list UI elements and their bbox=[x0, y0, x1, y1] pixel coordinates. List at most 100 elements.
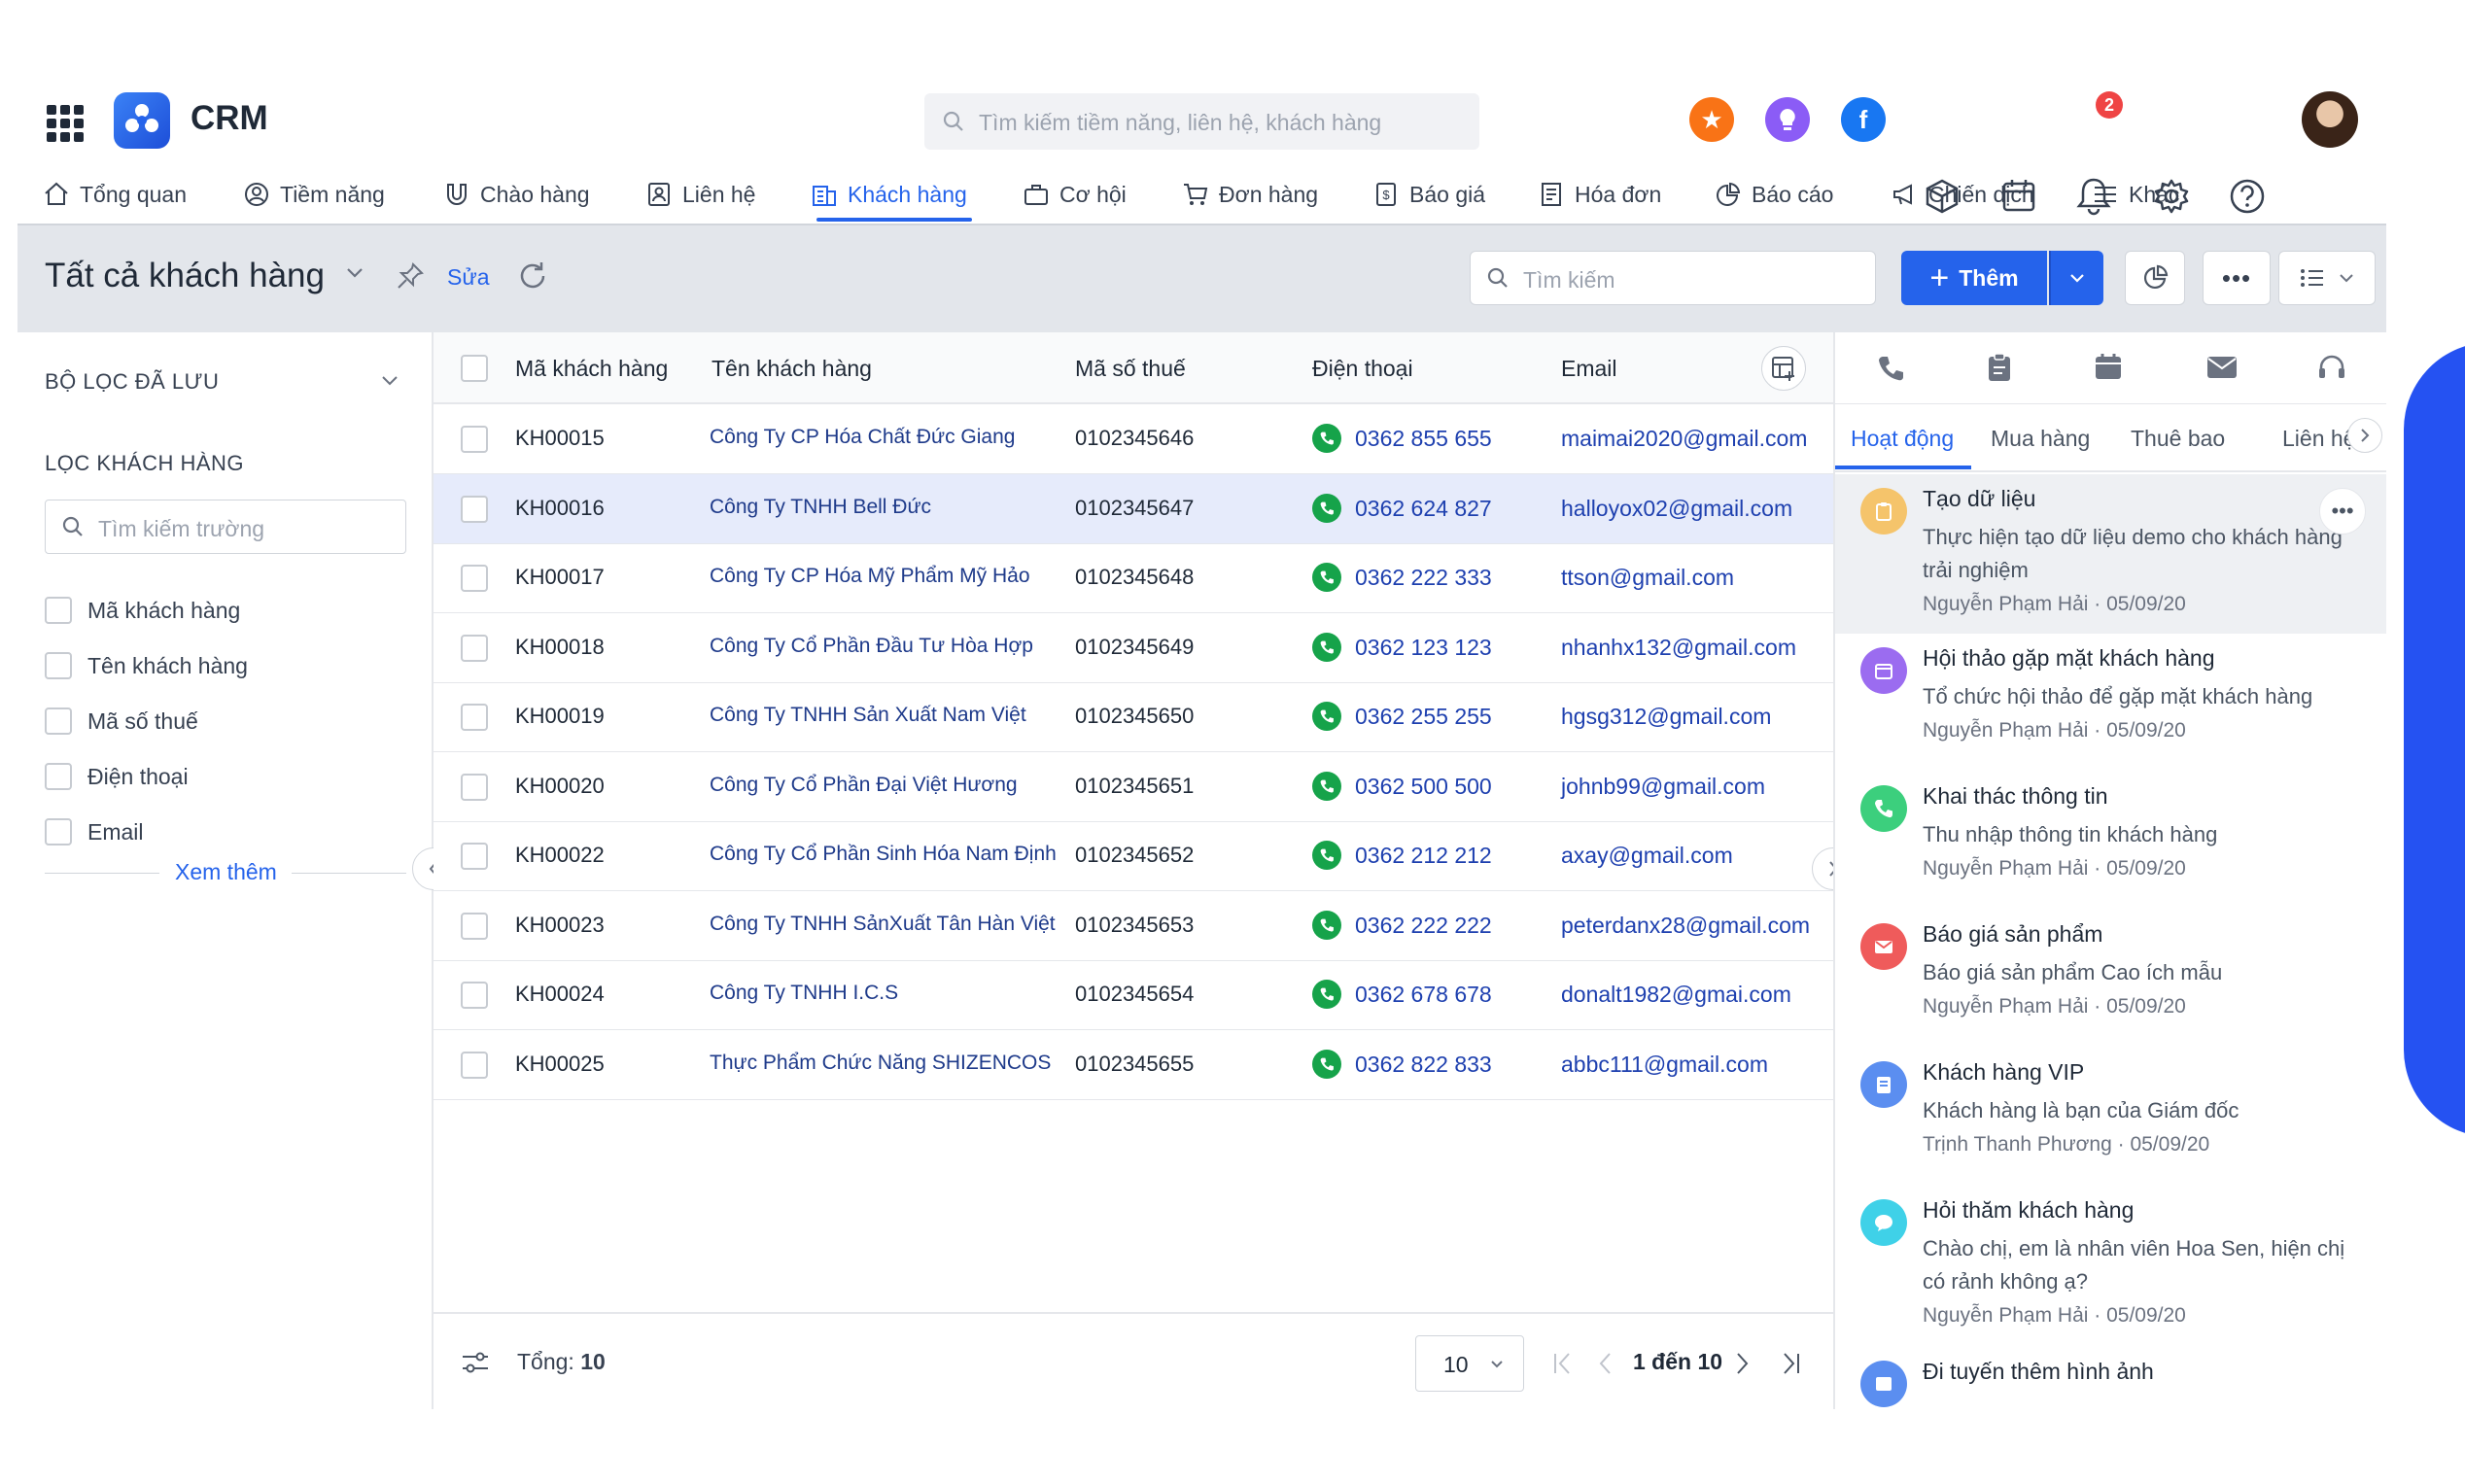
row-checkbox[interactable] bbox=[461, 426, 488, 453]
customer-name-link[interactable]: Công Ty TNHH SảnXuất Tân Hàn Việt bbox=[710, 913, 1056, 936]
email-link[interactable]: peterdanx28@gmail.com bbox=[1561, 913, 1810, 939]
nav-item-9[interactable]: Báo cáo bbox=[1715, 165, 1833, 224]
phone-link[interactable]: 0362 255 255 bbox=[1355, 704, 1492, 730]
field-search-input[interactable]: Tìm kiếm trường bbox=[45, 500, 406, 554]
page-size-select[interactable]: 10 bbox=[1415, 1335, 1524, 1392]
table-row[interactable]: KH00023 Công Ty TNHH SảnXuất Tân Hàn Việt… bbox=[434, 891, 1833, 961]
nav-item-3[interactable]: Liên hệ bbox=[645, 165, 755, 224]
phone-call-icon[interactable] bbox=[1312, 493, 1341, 523]
tab-contacts[interactable]: Liên hệ bbox=[2282, 426, 2355, 452]
phone-link[interactable]: 0362 855 655 bbox=[1355, 426, 1492, 452]
activity-item[interactable]: Hỏi thăm khách hàng Chào chị, em là nhân … bbox=[1835, 1186, 2386, 1327]
app-grid-icon[interactable] bbox=[47, 105, 84, 142]
activity-title[interactable]: Báo giá sản phẩm bbox=[1923, 921, 2102, 948]
filter-field-option[interactable]: Tên khách hàng bbox=[45, 652, 248, 679]
phone-call-icon[interactable] bbox=[1312, 910, 1341, 940]
activity-item[interactable]: Khách hàng VIP Khách hàng là bạn của Giám… bbox=[1835, 1048, 2386, 1186]
column-header-name[interactable]: Tên khách hàng bbox=[712, 356, 872, 382]
phone-link[interactable]: 0362 123 123 bbox=[1355, 635, 1492, 661]
phone-icon[interactable] bbox=[1876, 354, 1905, 383]
see-more-link[interactable]: Xem thêm bbox=[175, 859, 277, 885]
column-header-code[interactable]: Mã khách hàng bbox=[515, 356, 668, 382]
global-search-input[interactable]: Tìm kiếm tiềm năng, liên hệ, khách hàng bbox=[924, 93, 1479, 150]
activity-item[interactable]: Hội thảo gặp mặt khách hàng Tổ chức hội t… bbox=[1835, 634, 2386, 772]
table-row[interactable]: KH00018 Công Ty Cổ Phần Đầu Tư Hòa Hợp 010… bbox=[434, 613, 1833, 683]
table-row[interactable]: KH00016 Công Ty TNHH Bell Đức 0102345647 03… bbox=[434, 473, 1833, 544]
filter-checkbox[interactable] bbox=[45, 597, 72, 624]
activity-title[interactable]: Đi tuyến thêm hình ảnh bbox=[1923, 1359, 2154, 1385]
table-row[interactable]: KH00022 Công Ty Cổ Phần Sinh Hóa Nam Định… bbox=[434, 821, 1833, 891]
phone-link[interactable]: 0362 222 222 bbox=[1355, 913, 1492, 939]
filter-field-option[interactable]: Mã khách hàng bbox=[45, 597, 240, 624]
nav-item-1[interactable]: Tiềm năng bbox=[243, 165, 385, 224]
customer-name-link[interactable]: Công Ty Cổ Phần Đầu Tư Hòa Hợp bbox=[710, 635, 1033, 658]
activity-title[interactable]: Tạo dữ liệu bbox=[1923, 486, 2035, 512]
filter-field-option[interactable]: Điện thoại bbox=[45, 763, 189, 790]
activity-item[interactable]: Tạo dữ liệu Thực hiện tạo dữ liệu demo ch… bbox=[1835, 474, 2386, 634]
row-checkbox[interactable] bbox=[461, 634, 488, 662]
email-link[interactable]: ttson@gmail.com bbox=[1561, 565, 1734, 591]
filter-checkbox[interactable] bbox=[45, 707, 72, 735]
row-checkbox[interactable] bbox=[461, 843, 488, 870]
row-checkbox[interactable] bbox=[461, 982, 488, 1009]
nav-item-5[interactable]: Cơ hội bbox=[1023, 165, 1127, 224]
edit-view-link[interactable]: Sửa bbox=[447, 264, 490, 291]
email-link[interactable]: abbc111@gmail.com bbox=[1561, 1052, 1768, 1078]
refresh-icon[interactable] bbox=[515, 259, 550, 293]
tab-subscriptions[interactable]: Thuê bao bbox=[2131, 426, 2225, 452]
nav-item-4[interactable]: Khách hàng bbox=[811, 165, 967, 224]
phone-link[interactable]: 0362 624 827 bbox=[1355, 496, 1492, 522]
table-row[interactable]: KH00020 Công Ty Cổ Phần Đại Việt Hương 010… bbox=[434, 752, 1833, 822]
customer-name-link[interactable]: Công Ty Cổ Phần Sinh Hóa Nam Định bbox=[710, 843, 1057, 866]
phone-call-icon[interactable] bbox=[1312, 841, 1341, 870]
activity-title[interactable]: Khách hàng VIP bbox=[1923, 1059, 2084, 1086]
nav-item-2[interactable]: Chào hàng bbox=[443, 165, 590, 224]
calendar-icon[interactable] bbox=[2094, 352, 2123, 381]
nav-item-8[interactable]: Hóa đơn bbox=[1538, 165, 1661, 224]
nav-item-7[interactable]: $ Báo giá bbox=[1372, 165, 1485, 224]
email-link[interactable]: donalt1982@gmai.com bbox=[1561, 982, 1791, 1008]
email-link[interactable]: johnb99@gmail.com bbox=[1561, 774, 1765, 800]
table-row[interactable]: KH00019 Công Ty TNHH Sản Xuất Nam Việt 010… bbox=[434, 682, 1833, 752]
clipboard-icon[interactable] bbox=[1987, 352, 2012, 383]
headset-icon[interactable] bbox=[2317, 354, 2346, 381]
customer-name-link[interactable]: Công Ty CP Hóa Mỹ Phẩm Mỹ Hảo bbox=[710, 565, 1030, 588]
filter-checkbox[interactable] bbox=[45, 818, 72, 846]
filter-checkbox[interactable] bbox=[45, 763, 72, 790]
chevron-down-icon[interactable] bbox=[381, 375, 399, 387]
phone-call-icon[interactable] bbox=[1312, 632, 1341, 662]
column-header-email[interactable]: Email bbox=[1561, 356, 1617, 382]
tab-purchases[interactable]: Mua hàng bbox=[1991, 426, 2090, 452]
filter-checkbox[interactable] bbox=[45, 652, 72, 679]
phone-call-icon[interactable] bbox=[1312, 563, 1341, 592]
select-all-checkbox[interactable] bbox=[461, 355, 488, 382]
row-checkbox[interactable] bbox=[461, 495, 488, 523]
chart-view-button[interactable] bbox=[2125, 251, 2185, 305]
customer-name-link[interactable]: Công Ty TNHH Sản Xuất Nam Việt bbox=[710, 704, 1026, 727]
page-title[interactable]: Tất cả khách hàng bbox=[45, 257, 325, 295]
filter-field-option[interactable]: Mã số thuế bbox=[45, 707, 198, 735]
activity-item[interactable]: Khai thác thông tin Thu nhập thông tin kh… bbox=[1835, 772, 2386, 910]
table-row[interactable]: KH00015 Công Ty CP Hóa Chất Đức Giang 0102… bbox=[434, 404, 1833, 474]
phone-call-icon[interactable] bbox=[1312, 1049, 1341, 1079]
first-page-icon[interactable] bbox=[1551, 1351, 1575, 1376]
sliders-icon[interactable] bbox=[461, 1349, 490, 1376]
email-link[interactable]: halloyox02@gmail.com bbox=[1561, 496, 1792, 522]
more-actions-button[interactable]: ••• bbox=[2203, 251, 2271, 305]
saved-filters-heading[interactable]: BỘ LỌC ĐÃ LƯU bbox=[45, 369, 219, 395]
nav-item-10[interactable]: Chiến dịch bbox=[1892, 165, 2034, 224]
email-link[interactable]: axay@gmail.com bbox=[1561, 843, 1733, 869]
facebook-icon[interactable]: f bbox=[1841, 97, 1886, 142]
add-dropdown-button[interactable] bbox=[2049, 251, 2103, 305]
list-search-input[interactable]: Tìm kiếm bbox=[1470, 251, 1876, 305]
customer-name-link[interactable]: Công Ty TNHH Bell Đức bbox=[710, 496, 931, 519]
list-view-toggle[interactable] bbox=[2278, 251, 2376, 305]
column-header-tax[interactable]: Mã số thuế bbox=[1075, 356, 1186, 382]
customer-name-link[interactable]: Công Ty Cổ Phần Đại Việt Hương bbox=[710, 774, 1018, 797]
column-settings-button[interactable] bbox=[1761, 346, 1806, 391]
nav-item-0[interactable]: Tổng quan bbox=[43, 165, 187, 224]
email-link[interactable]: nhanhx132@gmail.com bbox=[1561, 635, 1796, 661]
phone-call-icon[interactable] bbox=[1312, 771, 1341, 801]
phone-link[interactable]: 0362 212 212 bbox=[1355, 843, 1492, 869]
phone-link[interactable]: 0362 500 500 bbox=[1355, 774, 1492, 800]
